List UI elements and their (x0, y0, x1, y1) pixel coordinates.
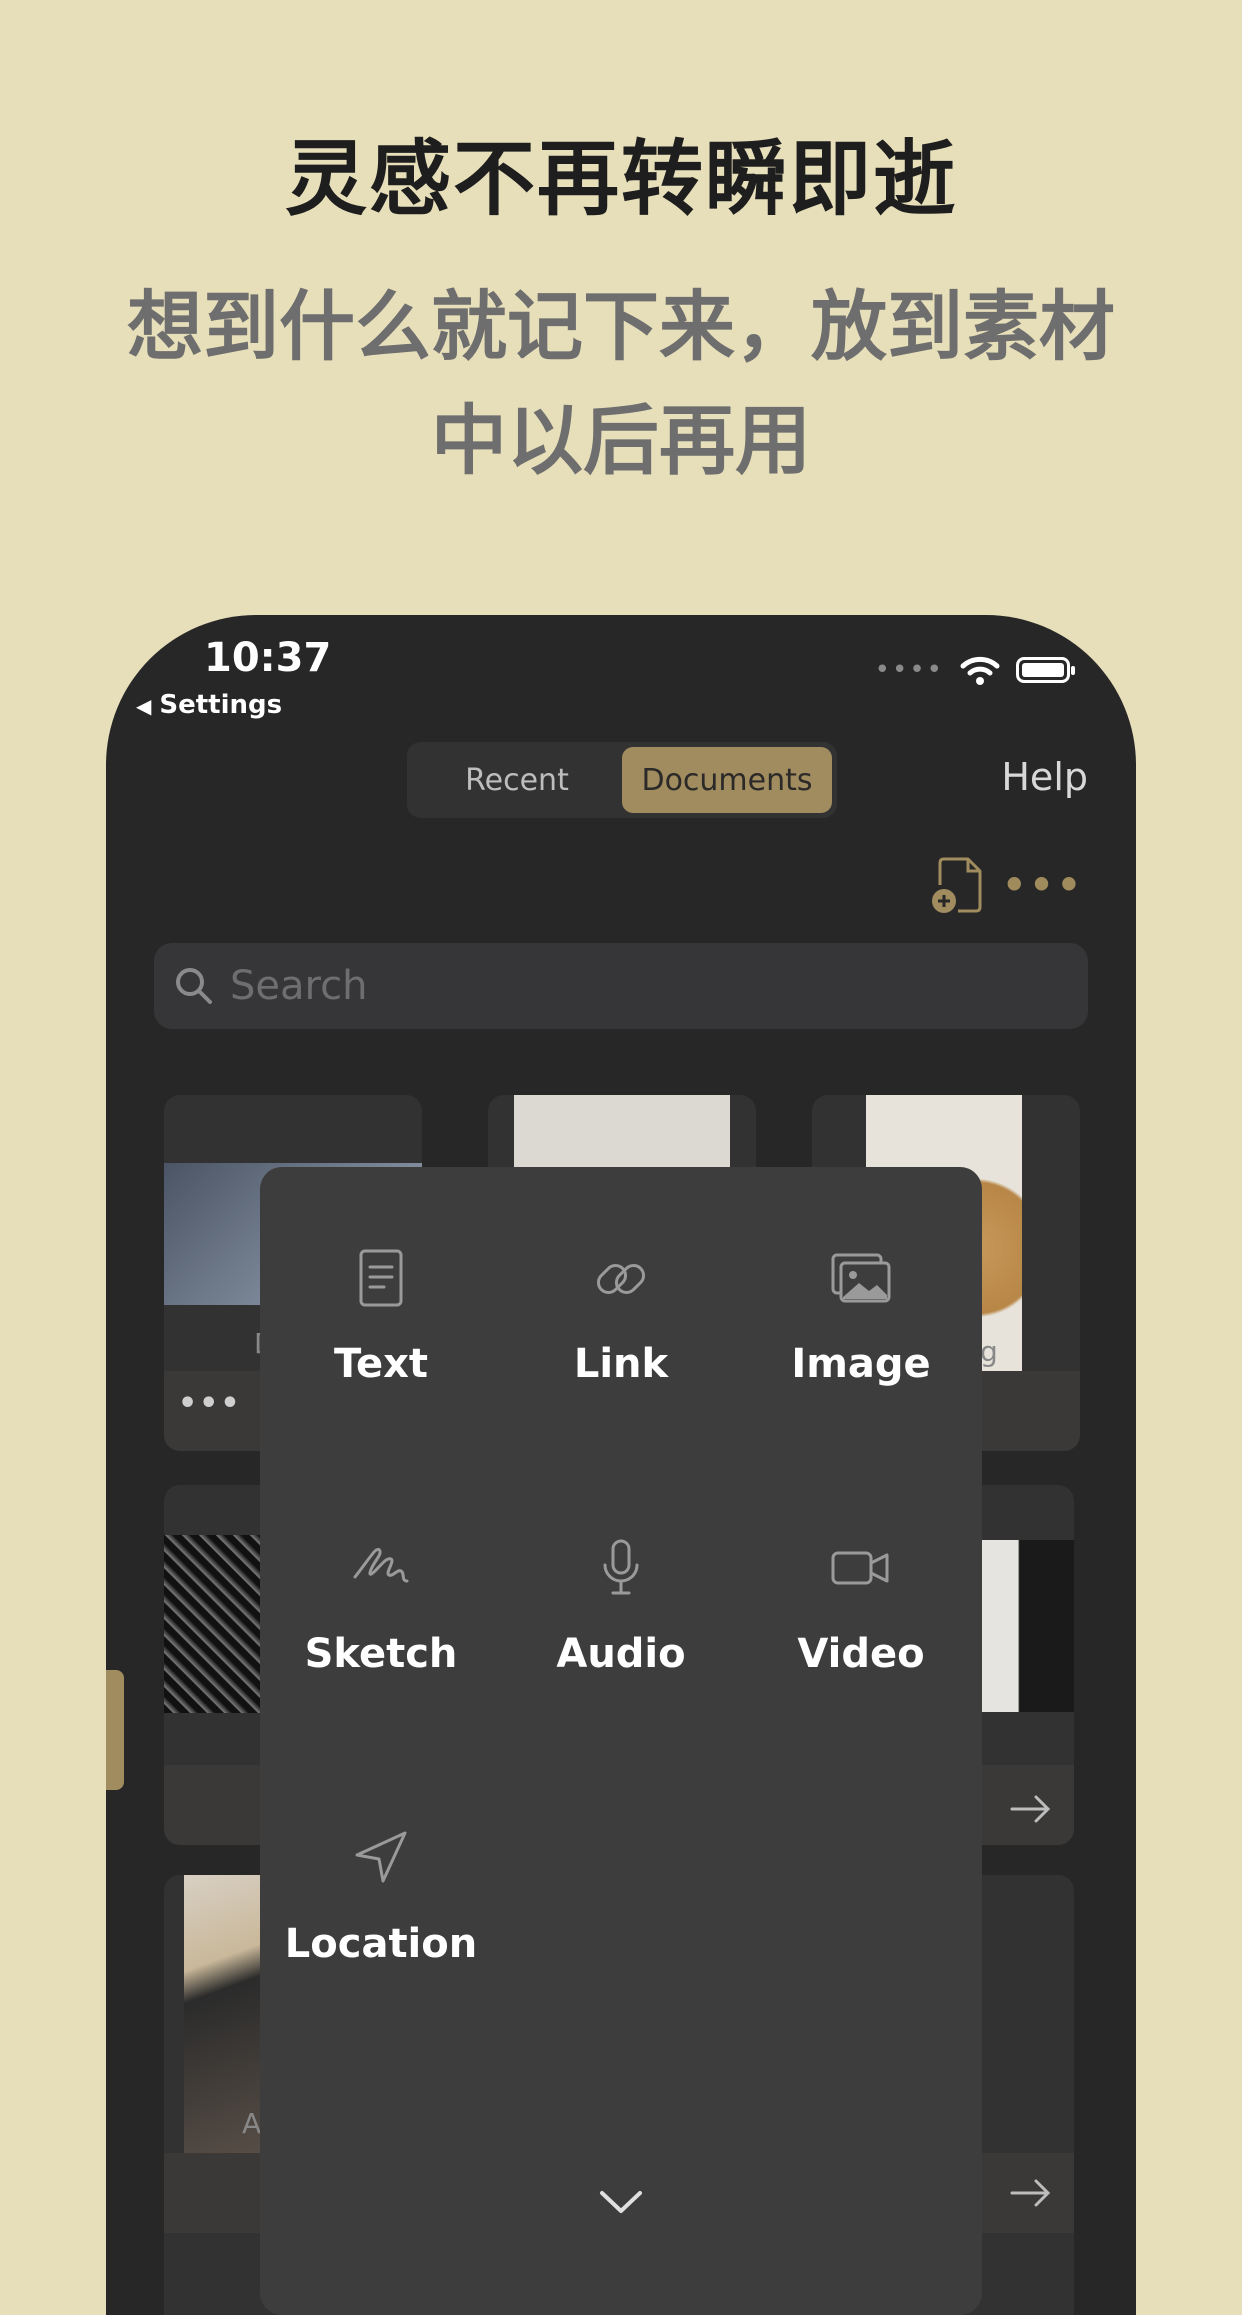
add-text-option[interactable]: Text (261, 1247, 501, 1387)
text-document-icon (359, 1249, 403, 1307)
video-camera-icon (831, 1551, 889, 1585)
phone-screen: 10:37 ◀ Settings •••• Recent Documents He… (106, 615, 1136, 2315)
add-link-option[interactable]: Link (501, 1247, 741, 1387)
option-label: Sketch (304, 1631, 458, 1677)
arrow-right-icon[interactable] (1008, 2175, 1054, 2211)
back-label: Settings (159, 690, 283, 720)
add-content-sheet: Text Link Image Sketch Audio Video Locat… (260, 1167, 982, 2315)
add-sketch-option[interactable]: Sketch (261, 1537, 501, 1677)
headline: 灵感不再转瞬即逝 (284, 132, 957, 227)
document-title: g (980, 1335, 998, 1368)
chevron-down-icon[interactable] (596, 2187, 646, 2217)
help-button[interactable]: Help (1001, 755, 1088, 799)
search-field[interactable]: Search (154, 943, 1088, 1029)
back-to-settings-link[interactable]: ◀ Settings (136, 690, 282, 720)
tab-recent[interactable]: Recent (412, 747, 622, 813)
side-drawer-handle[interactable] (106, 1670, 124, 1790)
new-document-icon[interactable] (930, 855, 986, 917)
option-label: Location (284, 1921, 478, 1967)
subline: 想到什么就记下来，放到素材中以后再用 (127, 282, 1115, 485)
option-label: Audio (556, 1631, 686, 1677)
sketch-icon (353, 1547, 409, 1583)
image-icon (831, 1253, 891, 1303)
option-label: Text (333, 1341, 429, 1387)
add-location-option[interactable]: Location (261, 1827, 501, 1967)
status-time: 10:37 (204, 635, 332, 681)
search-placeholder: Search (230, 963, 368, 1009)
more-options-button[interactable]: ••• (1002, 863, 1084, 907)
status-indicators: •••• (874, 655, 1075, 685)
signal-icon: •••• (874, 655, 944, 685)
card-more-button[interactable]: ••• (178, 1386, 242, 1421)
back-triangle-icon: ◀ (136, 694, 152, 718)
microphone-icon (603, 1539, 639, 1595)
option-label: Video (797, 1631, 925, 1677)
location-arrow-icon (355, 1831, 407, 1883)
add-image-option[interactable]: Image (741, 1247, 981, 1387)
option-label: Image (791, 1341, 931, 1387)
document-title: A (242, 2107, 262, 2140)
view-segmented-control: Recent Documents (407, 742, 837, 818)
tab-documents[interactable]: Documents (622, 747, 832, 813)
link-icon (596, 1263, 646, 1295)
battery-icon (1016, 657, 1075, 683)
add-video-option[interactable]: Video (741, 1537, 981, 1677)
add-audio-option[interactable]: Audio (501, 1537, 741, 1677)
wifi-icon (960, 656, 1000, 685)
search-icon (176, 968, 212, 1004)
arrow-right-icon[interactable] (1008, 1791, 1054, 1827)
option-label: Link (573, 1341, 669, 1387)
